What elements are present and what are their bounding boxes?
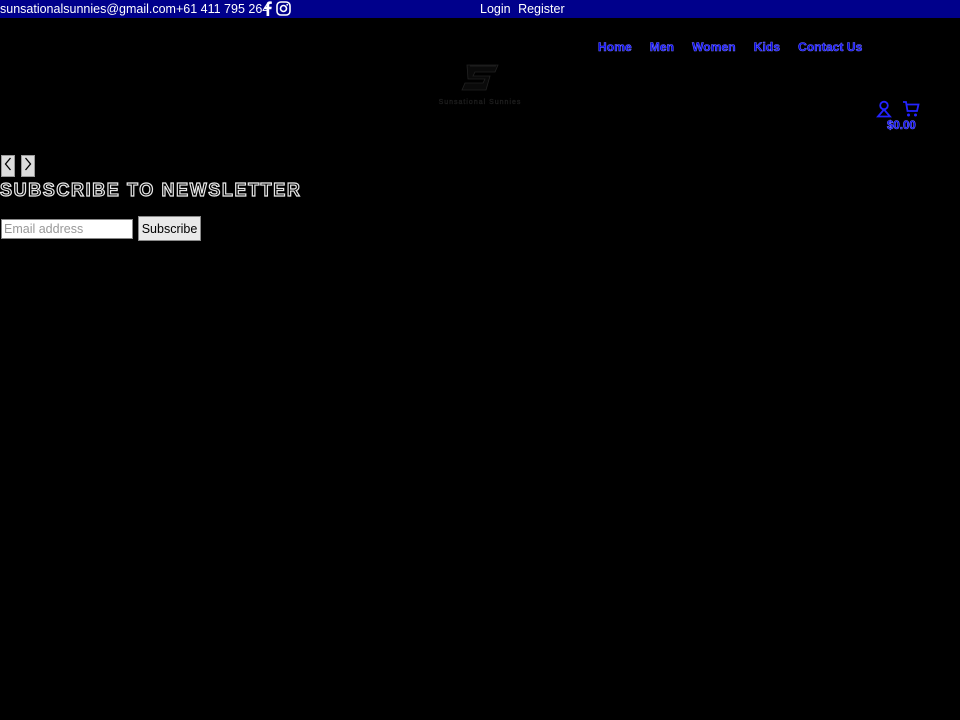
email-field[interactable] <box>1 219 133 239</box>
site-logo[interactable]: Sunsational Sunnies <box>432 62 528 108</box>
account-links: Login Register <box>480 0 565 18</box>
nav-item-men[interactable]: Men <box>649 40 674 55</box>
slider-next-button[interactable] <box>21 155 35 177</box>
cart-icon[interactable] <box>902 100 920 118</box>
nav-item-women[interactable]: Women <box>692 40 736 55</box>
login-link[interactable]: Login <box>480 2 511 16</box>
social-links <box>264 1 291 16</box>
newsletter-title: SUBSCRIBE TO NEWSLETTER <box>0 179 302 200</box>
nav-item-kids[interactable]: Kids <box>753 40 780 55</box>
top-bar: sunsationalsunnies@gmail.com+61 411 795 … <box>0 0 960 18</box>
register-link[interactable]: Register <box>518 2 565 16</box>
chevron-right-icon <box>24 157 32 176</box>
main-nav: Home Men Women Kids Contact Us <box>598 40 863 55</box>
svg-text:Sunsational Sunnies: Sunsational Sunnies <box>439 99 522 106</box>
chevron-left-icon <box>4 157 12 176</box>
nav-item-contact-us[interactable]: Contact Us <box>798 40 863 55</box>
slider-controls <box>1 155 35 177</box>
facebook-icon[interactable] <box>264 1 272 16</box>
contact-info: sunsationalsunnies@gmail.com+61 411 795 … <box>0 2 270 16</box>
instagram-icon[interactable] <box>276 1 291 16</box>
nav-item-home[interactable]: Home <box>598 40 632 55</box>
subscribe-button[interactable]: Subscribe <box>138 216 201 241</box>
cart-total[interactable]: $0.00 <box>887 120 916 133</box>
slider-prev-button[interactable] <box>1 155 15 177</box>
user-icon[interactable] <box>876 100 892 118</box>
